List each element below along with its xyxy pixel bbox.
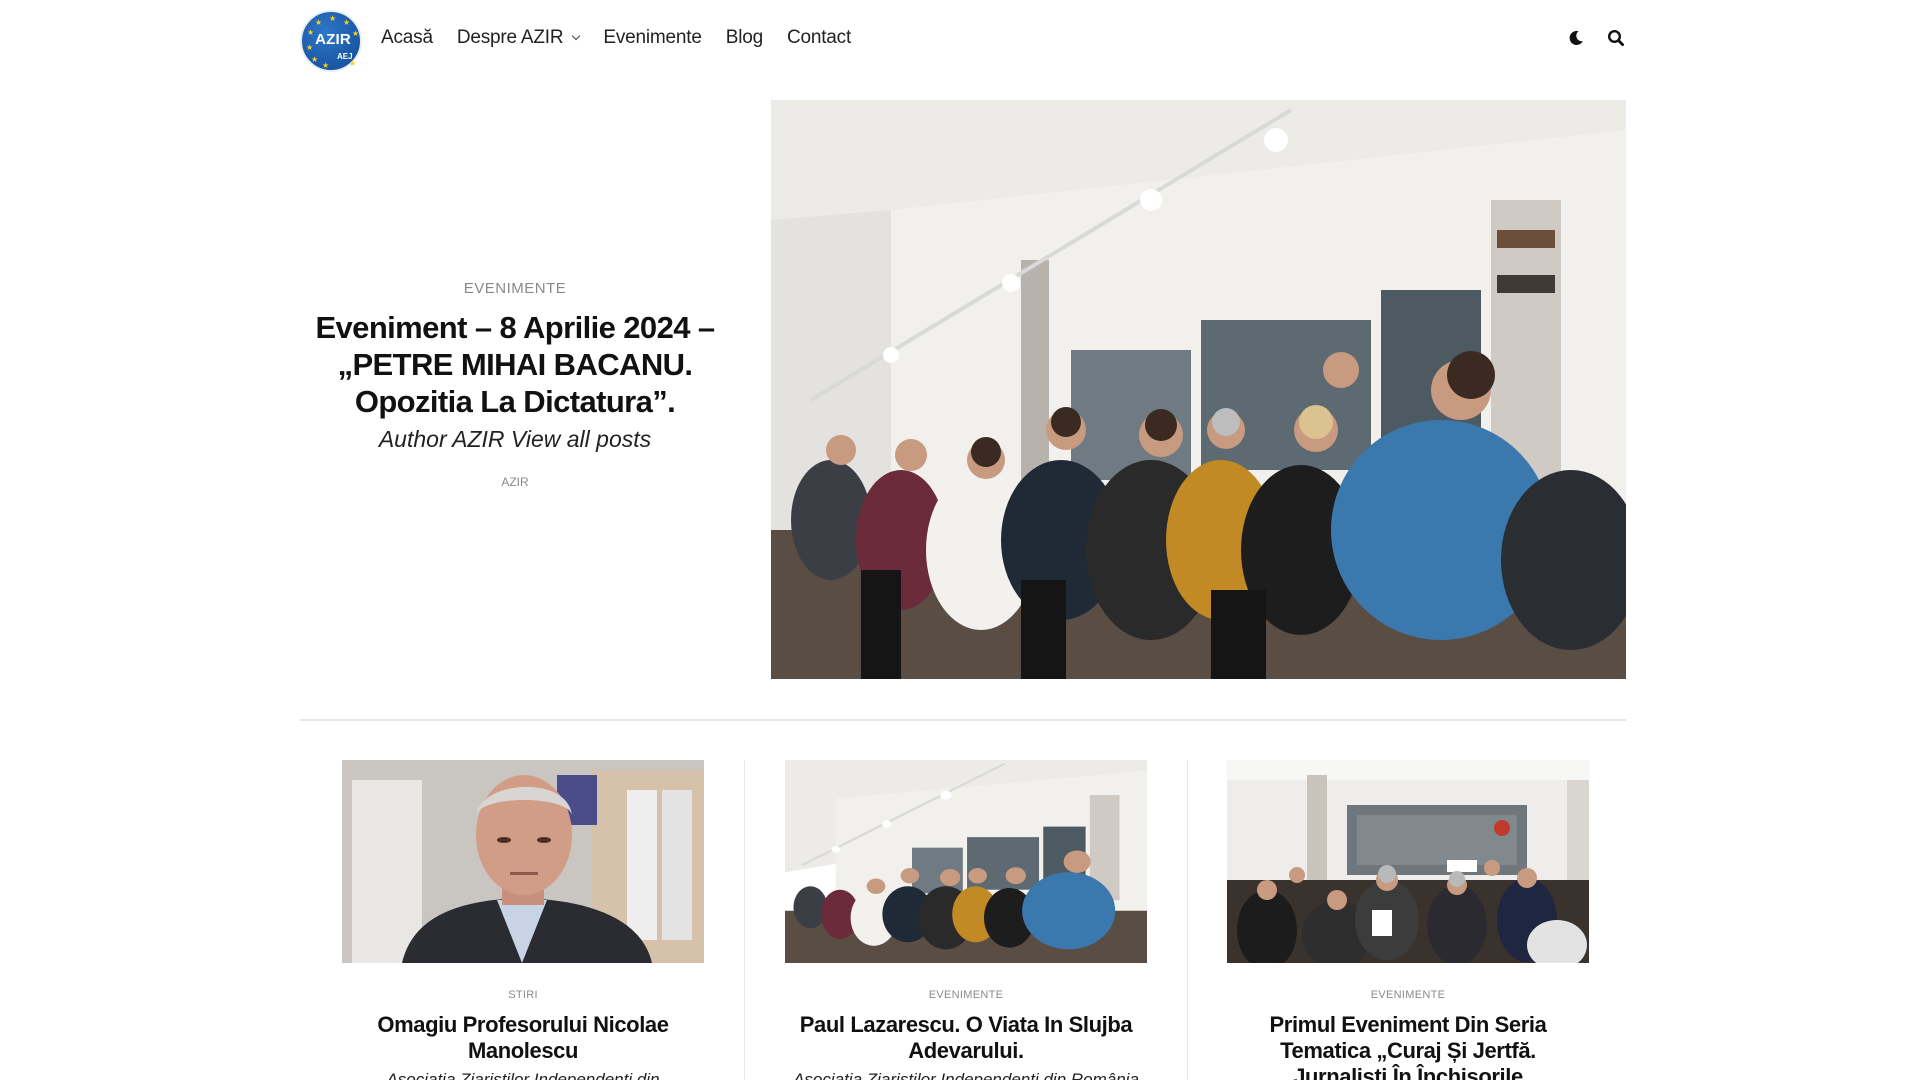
event-photo [1227, 760, 1589, 963]
post-card[interactable]: Evenimente Paul Lazarescu. O Viata In Sl… [785, 760, 1147, 1080]
logo-star-icon: ★ [329, 14, 337, 23]
post-card-image[interactable] [342, 760, 704, 963]
post-card-excerpt: Asociatia Ziaristilor Independenti din [386, 1070, 660, 1080]
audience-photo [785, 760, 1147, 963]
nav-item-label: Evenimente [603, 27, 702, 48]
nav-item-acasa[interactable]: Acasă [381, 27, 433, 49]
logo-star-icon: ★ [343, 18, 351, 27]
nav-item-blog[interactable]: Blog [726, 27, 763, 49]
featured-author[interactable]: AZIR [300, 475, 730, 489]
moon-icon[interactable] [1566, 28, 1586, 48]
featured-title[interactable]: Eveniment – 8 Aprilie 2024 – „PETRE MIHA… [300, 309, 730, 420]
post-card-excerpt: Asociatia Ziaristilor Independenti din R… [793, 1070, 1139, 1080]
site-header: ★ ★ ★ ★ ★ ★ ★ ★ ★ AZIR AEJ Acasă Despre … [0, 0, 1920, 80]
search-icon[interactable] [1606, 28, 1626, 48]
nav-item-evenimente[interactable]: Evenimente [603, 27, 702, 49]
logo-star-icon: ★ [311, 55, 319, 64]
post-card-image[interactable] [1227, 760, 1589, 963]
site-logo[interactable]: ★ ★ ★ ★ ★ ★ ★ ★ ★ AZIR AEJ [300, 10, 362, 72]
nav-item-label: Acasă [381, 27, 433, 48]
audience-photo [771, 100, 1626, 679]
post-card-category[interactable]: Stiri [342, 989, 704, 1001]
post-card-category[interactable]: Evenimente [785, 989, 1147, 1001]
nav-item-label: Contact [786, 27, 852, 48]
column-divider [744, 760, 745, 1080]
logo-star-icon: ★ [322, 61, 330, 70]
post-card[interactable]: Evenimente Primul Eveniment Din Seria Te… [1227, 760, 1589, 1080]
portrait-photo [342, 760, 704, 963]
featured-image[interactable] [771, 100, 1626, 679]
post-card-title[interactable]: Primul Eveniment Din Seria Tematica „Cur… [1227, 1012, 1589, 1080]
nav-item-contact[interactable]: Contact [787, 27, 851, 49]
nav-item-label: Blog [725, 27, 763, 48]
featured-category[interactable]: Evenimente [300, 280, 730, 297]
chevron-down-icon [572, 31, 581, 41]
logo-star-icon: ★ [349, 59, 357, 68]
logo-subtext: AEJ [337, 52, 353, 61]
section-divider [300, 719, 1626, 721]
logo-text: AZIR [315, 31, 351, 48]
nav-item-label: Despre AZIR [456, 27, 564, 48]
logo-star-icon: ★ [315, 18, 323, 27]
featured-post-text: Evenimente Eveniment – 8 Aprilie 2024 – … [300, 280, 730, 489]
post-card-image[interactable] [785, 760, 1147, 963]
nav-item-despre-azir[interactable]: Despre AZIR [456, 27, 581, 49]
post-card[interactable]: Stiri Omagiu Profesorului Nicolae Manole… [342, 760, 704, 1080]
post-card-title[interactable]: Omagiu Profesorului Nicolae Manolescu [342, 1012, 704, 1064]
column-divider [1187, 760, 1188, 1080]
post-card-title[interactable]: Paul Lazarescu. O Viata In Slujba Adevar… [785, 1012, 1147, 1064]
post-card-category[interactable]: Evenimente [1227, 989, 1589, 1001]
main-nav: Acasă Despre AZIR Evenimente Blog Contac… [381, 27, 851, 49]
featured-excerpt: Author AZIR View all posts [378, 426, 652, 452]
